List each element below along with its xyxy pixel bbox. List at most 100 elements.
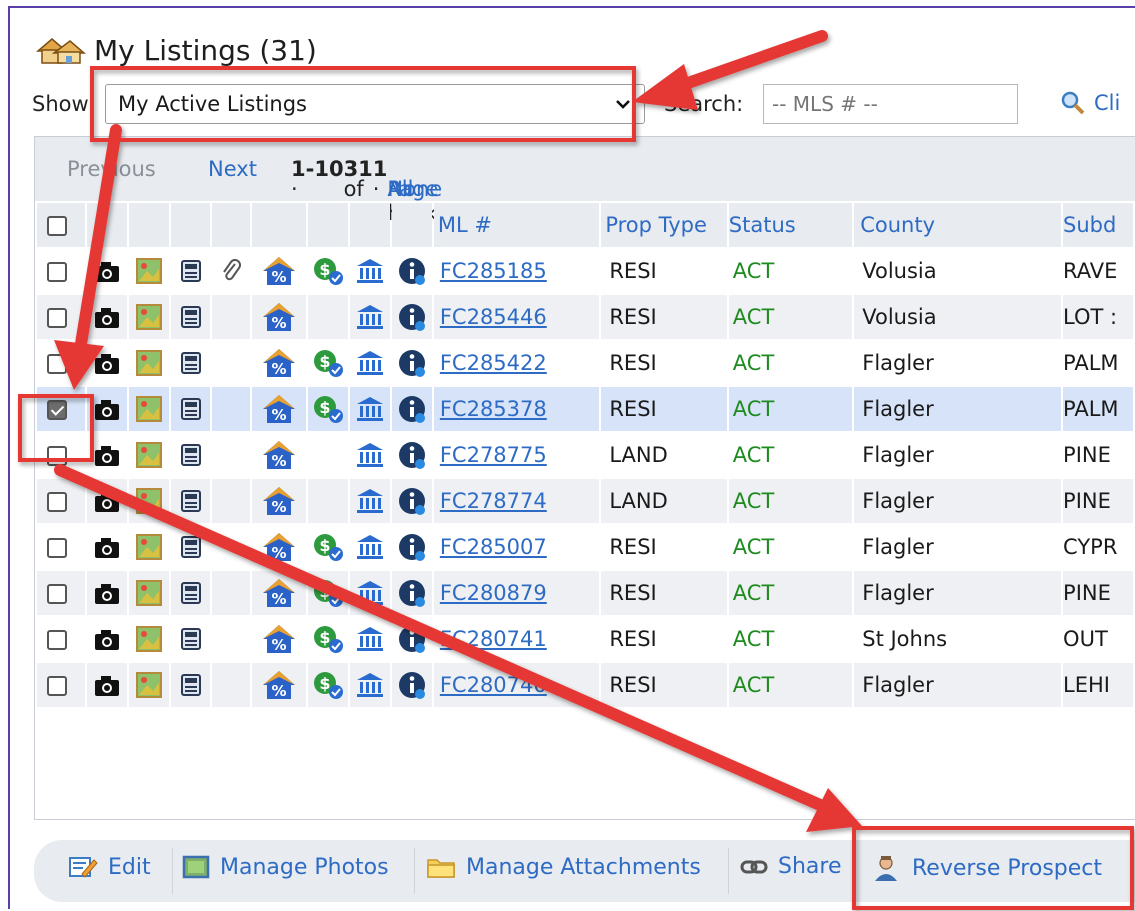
mls-link[interactable]: FC280879 bbox=[434, 581, 547, 605]
photo-cell[interactable] bbox=[128, 341, 169, 385]
edit-button[interactable]: Edit bbox=[68, 854, 151, 880]
photo-icon[interactable] bbox=[129, 341, 169, 385]
printer-cell[interactable] bbox=[170, 387, 211, 431]
manage-photos-button[interactable]: Manage Photos bbox=[182, 854, 389, 880]
info-cell[interactable] bbox=[391, 525, 432, 569]
info-cell[interactable] bbox=[391, 249, 432, 293]
home-percent-icon[interactable]: % bbox=[252, 525, 306, 569]
photo-icon[interactable] bbox=[129, 663, 169, 707]
row-checkbox[interactable] bbox=[47, 584, 67, 604]
home-percent-icon[interactable]: % bbox=[252, 341, 306, 385]
paperclip-cell[interactable] bbox=[212, 249, 251, 293]
camera-cell[interactable] bbox=[86, 525, 127, 569]
bank-cell[interactable] bbox=[350, 387, 390, 431]
select-all-checkbox[interactable] bbox=[47, 216, 67, 236]
row-checkbox[interactable] bbox=[47, 538, 67, 558]
mls-link[interactable]: FC280740 bbox=[434, 673, 547, 697]
camera-icon[interactable] bbox=[87, 249, 127, 293]
info-cell[interactable] bbox=[391, 571, 432, 615]
bank-cell[interactable] bbox=[350, 295, 390, 339]
photo-cell[interactable] bbox=[128, 249, 169, 293]
info-icon[interactable] bbox=[392, 341, 432, 385]
listing-filter-select[interactable]: My Active Listings bbox=[105, 84, 645, 124]
bank-cell[interactable] bbox=[350, 249, 390, 293]
camera-icon[interactable] bbox=[87, 571, 127, 615]
camera-cell[interactable] bbox=[86, 387, 127, 431]
photo-icon[interactable] bbox=[129, 617, 169, 661]
dollar-check-icon[interactable]: $ bbox=[308, 249, 348, 293]
info-icon[interactable] bbox=[392, 295, 432, 339]
photo-cell[interactable] bbox=[128, 525, 169, 569]
home-percent-cell[interactable]: % bbox=[252, 525, 307, 569]
row-checkbox[interactable] bbox=[47, 400, 67, 420]
row-checkbox[interactable] bbox=[47, 308, 67, 328]
mls-link[interactable]: FC278774 bbox=[434, 489, 547, 513]
home-percent-cell[interactable]: % bbox=[252, 663, 307, 707]
camera-icon[interactable] bbox=[87, 433, 127, 477]
home-percent-icon[interactable]: % bbox=[252, 479, 306, 523]
info-icon[interactable] bbox=[392, 479, 432, 523]
dollar-check-icon[interactable]: $ bbox=[308, 525, 348, 569]
photo-cell[interactable] bbox=[128, 571, 169, 615]
printer-cell[interactable] bbox=[170, 249, 211, 293]
info-cell[interactable] bbox=[391, 617, 432, 661]
mls-link[interactable]: FC280741 bbox=[434, 627, 547, 651]
home-percent-icon[interactable]: % bbox=[252, 249, 306, 293]
bank-cell[interactable] bbox=[350, 617, 390, 661]
camera-cell[interactable] bbox=[86, 249, 127, 293]
info-icon[interactable] bbox=[392, 663, 432, 707]
home-percent-icon[interactable]: % bbox=[252, 387, 306, 431]
photo-cell[interactable] bbox=[128, 295, 169, 339]
photo-cell[interactable] bbox=[128, 617, 169, 661]
bank-icon[interactable] bbox=[350, 295, 390, 339]
dollar-check-cell[interactable]: $ bbox=[308, 525, 349, 569]
photo-icon[interactable] bbox=[129, 387, 169, 431]
bank-icon[interactable] bbox=[350, 249, 390, 293]
column-header-county[interactable]: County bbox=[854, 203, 1062, 247]
home-percent-icon[interactable]: % bbox=[252, 295, 306, 339]
camera-cell[interactable] bbox=[86, 617, 127, 661]
row-checkbox[interactable] bbox=[47, 492, 67, 512]
home-percent-cell[interactable]: % bbox=[252, 617, 307, 661]
bank-icon[interactable] bbox=[350, 525, 390, 569]
photo-icon[interactable] bbox=[129, 571, 169, 615]
column-header-status[interactable]: Status bbox=[728, 203, 853, 247]
manage-attachments-button[interactable]: Manage Attachments bbox=[426, 854, 701, 880]
camera-cell[interactable] bbox=[86, 433, 127, 477]
search-click-link[interactable]: Cli bbox=[1060, 90, 1120, 116]
bank-cell[interactable] bbox=[350, 663, 390, 707]
printer-icon[interactable] bbox=[171, 341, 211, 385]
info-icon[interactable] bbox=[392, 387, 432, 431]
bank-cell[interactable] bbox=[350, 571, 390, 615]
printer-icon[interactable] bbox=[171, 249, 211, 293]
printer-cell[interactable] bbox=[170, 433, 211, 477]
info-cell[interactable] bbox=[391, 341, 432, 385]
home-percent-cell[interactable]: % bbox=[252, 387, 307, 431]
camera-cell[interactable] bbox=[86, 295, 127, 339]
info-icon[interactable] bbox=[392, 571, 432, 615]
info-icon[interactable] bbox=[392, 525, 432, 569]
mls-link[interactable]: FC285007 bbox=[434, 535, 547, 559]
info-cell[interactable] bbox=[391, 663, 432, 707]
home-percent-cell[interactable]: % bbox=[252, 295, 307, 339]
printer-icon[interactable] bbox=[171, 663, 211, 707]
mls-link[interactable]: FC285185 bbox=[434, 259, 547, 283]
home-percent-cell[interactable]: % bbox=[252, 249, 307, 293]
info-cell[interactable] bbox=[391, 387, 432, 431]
printer-cell[interactable] bbox=[170, 479, 211, 523]
paperclip-icon[interactable] bbox=[212, 249, 250, 293]
camera-cell[interactable] bbox=[86, 341, 127, 385]
reverse-prospect-button[interactable]: Reverse Prospect bbox=[872, 854, 1102, 882]
photo-cell[interactable] bbox=[128, 433, 169, 477]
photo-cell[interactable] bbox=[128, 479, 169, 523]
next-page-link[interactable]: Next bbox=[208, 157, 257, 181]
printer-icon[interactable] bbox=[171, 617, 211, 661]
bank-icon[interactable] bbox=[350, 617, 390, 661]
dollar-check-cell[interactable]: $ bbox=[308, 341, 349, 385]
info-cell[interactable] bbox=[391, 295, 432, 339]
column-header-mls[interactable]: ML # bbox=[433, 203, 600, 247]
mls-search-input[interactable] bbox=[763, 84, 1018, 124]
camera-icon[interactable] bbox=[87, 525, 127, 569]
printer-icon[interactable] bbox=[171, 295, 211, 339]
dollar-check-cell[interactable]: $ bbox=[308, 617, 349, 661]
